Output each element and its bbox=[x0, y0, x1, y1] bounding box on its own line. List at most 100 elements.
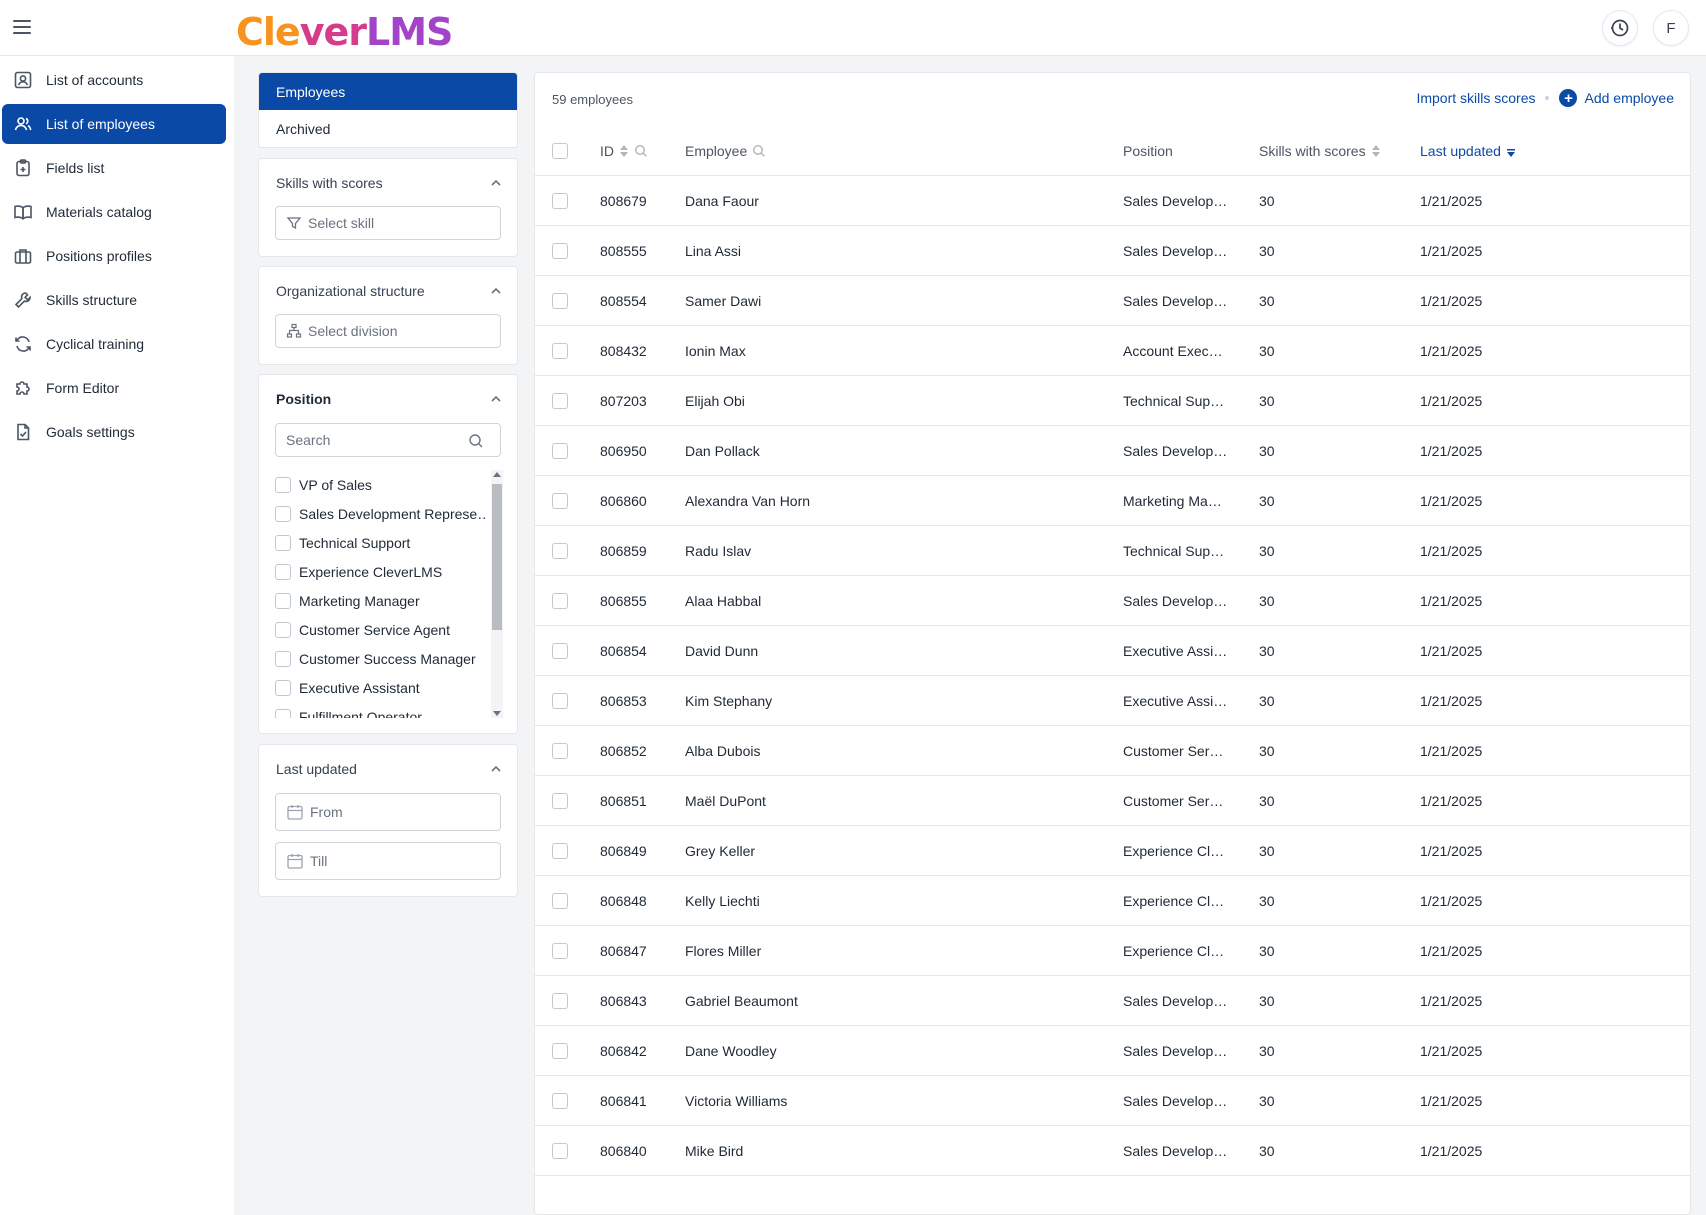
row-checkbox[interactable] bbox=[552, 843, 568, 859]
employee-name[interactable]: Dan Pollack bbox=[685, 426, 760, 476]
sidebar-item-materials[interactable]: Materials catalog bbox=[2, 192, 226, 232]
tab-employees[interactable]: Employees bbox=[259, 73, 517, 110]
plus-circle-icon[interactable]: + bbox=[1559, 89, 1578, 107]
row-checkbox[interactable] bbox=[552, 1093, 568, 1109]
employee-name[interactable]: Kim Stephany bbox=[685, 676, 772, 726]
hamburger-menu-icon[interactable] bbox=[10, 16, 34, 40]
column-header-last-updated[interactable]: Last updated bbox=[1420, 126, 1516, 176]
search-icon[interactable] bbox=[634, 144, 648, 158]
row-checkbox[interactable] bbox=[552, 543, 568, 559]
row-checkbox[interactable] bbox=[552, 793, 568, 809]
position-option[interactable]: Customer Service Agent bbox=[275, 615, 485, 644]
table-row[interactable]: 806860 Alexandra Van Horn Marketing Man… 30… bbox=[535, 476, 1690, 526]
row-checkbox[interactable] bbox=[552, 443, 568, 459]
position-filter-header[interactable]: Position bbox=[276, 391, 503, 407]
sort-descending-icon[interactable] bbox=[1506, 144, 1516, 158]
position-option[interactable]: Customer Success Manager bbox=[275, 644, 485, 673]
scroll-down-arrow-icon[interactable] bbox=[493, 711, 501, 716]
position-option[interactable]: Marketing Manager bbox=[275, 586, 485, 615]
position-option[interactable]: Executive Assistant bbox=[275, 673, 485, 702]
table-row[interactable]: 806840 Mike Bird Sales Develop… 30 1/21/2025 bbox=[535, 1126, 1690, 1176]
position-option[interactable]: Fulfillment Operator bbox=[275, 702, 485, 718]
sidebar-item-form-editor[interactable]: Form Editor bbox=[2, 368, 226, 408]
employee-name[interactable]: Dane Woodley bbox=[685, 1026, 777, 1076]
row-checkbox[interactable] bbox=[552, 393, 568, 409]
sidebar-item-skills[interactable]: Skills structure bbox=[2, 280, 226, 320]
position-list-scrollbar[interactable] bbox=[491, 470, 503, 718]
sidebar-item-accounts[interactable]: List of accounts bbox=[2, 60, 226, 100]
row-checkbox[interactable] bbox=[552, 1043, 568, 1059]
table-row[interactable]: 806950 Dan Pollack Sales Develop… 30 1/21/20… bbox=[535, 426, 1690, 476]
search-icon[interactable] bbox=[752, 144, 766, 158]
sidebar-item-fields[interactable]: Fields list bbox=[2, 148, 226, 188]
sort-icon[interactable] bbox=[619, 144, 629, 158]
sidebar-item-positions[interactable]: Positions profiles bbox=[2, 236, 226, 276]
table-row[interactable]: 808555 Lina Assi Sales Develop… 30 1/21/2025 bbox=[535, 226, 1690, 276]
history-button[interactable] bbox=[1602, 10, 1638, 46]
import-skills-scores-link[interactable]: Import skills scores bbox=[1416, 90, 1535, 106]
skills-filter-header[interactable]: Skills with scores bbox=[276, 175, 503, 191]
employee-name[interactable]: Grey Keller bbox=[685, 826, 755, 876]
add-employee-button[interactable]: Add employee bbox=[1584, 90, 1674, 106]
employee-name[interactable]: Lina Assi bbox=[685, 226, 741, 276]
position-option[interactable]: Sales Development Represe… bbox=[275, 499, 485, 528]
select-skill-field[interactable]: Select skill bbox=[275, 206, 501, 240]
employee-name[interactable]: Alba Dubois bbox=[685, 726, 761, 776]
sidebar-item-employees[interactable]: List of employees bbox=[2, 104, 226, 144]
table-row[interactable]: 806851 Maël DuPont Customer Serv… 30 1/21/20… bbox=[535, 776, 1690, 826]
table-row[interactable]: 808554 Samer Dawi Sales Develop… 30 1/21/202… bbox=[535, 276, 1690, 326]
checkbox[interactable] bbox=[275, 476, 291, 493]
row-checkbox[interactable] bbox=[552, 193, 568, 209]
column-header-employee[interactable]: Employee bbox=[685, 126, 766, 176]
row-checkbox[interactable] bbox=[552, 293, 568, 309]
employee-name[interactable]: Samer Dawi bbox=[685, 276, 761, 326]
table-row[interactable]: 806852 Alba Dubois Customer Serv… 30 1/21/20… bbox=[535, 726, 1690, 776]
scrollbar-thumb[interactable] bbox=[492, 484, 502, 630]
checkbox[interactable] bbox=[275, 679, 291, 696]
select-division-field[interactable]: Select division bbox=[275, 314, 501, 348]
scroll-up-arrow-icon[interactable] bbox=[493, 472, 501, 477]
table-row[interactable]: 806842 Dane Woodley Sales Develop… 30 1/21/2… bbox=[535, 1026, 1690, 1076]
sort-icon[interactable] bbox=[1371, 144, 1381, 158]
table-row[interactable]: 806854 David Dunn Executive Assi… 30 1/21/20… bbox=[535, 626, 1690, 676]
table-row[interactable]: 806843 Gabriel Beaumont Sales Develop… 30 1/… bbox=[535, 976, 1690, 1026]
row-checkbox[interactable] bbox=[552, 1143, 568, 1159]
table-row[interactable]: 806841 Victoria Williams Sales Develop… 30 1… bbox=[535, 1076, 1690, 1126]
column-header-position[interactable]: Position bbox=[1123, 126, 1173, 176]
table-row[interactable]: 806855 Alaa Habbal Sales Develop… 30 1/21/20… bbox=[535, 576, 1690, 626]
employee-name[interactable]: Alaa Habbal bbox=[685, 576, 761, 626]
table-row[interactable]: 807203 Elijah Obi Technical Sup… 30 1/21/202… bbox=[535, 376, 1690, 426]
employee-name[interactable]: Alexandra Van Horn bbox=[685, 476, 810, 526]
column-header-skills[interactable]: Skills with scores bbox=[1259, 126, 1381, 176]
user-avatar[interactable]: F bbox=[1653, 10, 1689, 46]
sidebar-item-cyclical[interactable]: Cyclical training bbox=[2, 324, 226, 364]
row-checkbox[interactable] bbox=[552, 243, 568, 259]
position-option[interactable]: Experience CleverLMS bbox=[275, 557, 485, 586]
date-till-input[interactable]: Till bbox=[275, 842, 501, 880]
row-checkbox[interactable] bbox=[552, 593, 568, 609]
checkbox[interactable] bbox=[275, 505, 291, 522]
employee-name[interactable]: Flores Miller bbox=[685, 926, 761, 976]
checkbox[interactable] bbox=[275, 650, 291, 667]
checkbox[interactable] bbox=[275, 534, 291, 551]
position-option[interactable]: VP of Sales bbox=[275, 470, 485, 499]
employee-name[interactable]: Mike Bird bbox=[685, 1126, 743, 1176]
employee-name[interactable]: David Dunn bbox=[685, 626, 758, 676]
employee-name[interactable]: Kelly Liechti bbox=[685, 876, 760, 926]
row-checkbox[interactable] bbox=[552, 943, 568, 959]
tab-archived[interactable]: Archived bbox=[259, 110, 517, 147]
row-checkbox[interactable] bbox=[552, 993, 568, 1009]
row-checkbox[interactable] bbox=[552, 893, 568, 909]
select-all-checkbox[interactable] bbox=[552, 143, 568, 159]
table-row[interactable]: 808432 Ionin Max Account Execu… 30 1/21/2025 bbox=[535, 326, 1690, 376]
table-row[interactable]: 808679 Dana Faour Sales Develop… 30 1/21/202… bbox=[535, 176, 1690, 226]
last-updated-filter-header[interactable]: Last updated bbox=[276, 761, 503, 777]
employee-name[interactable]: Radu Islav bbox=[685, 526, 751, 576]
checkbox[interactable] bbox=[275, 592, 291, 609]
row-checkbox[interactable] bbox=[552, 493, 568, 509]
row-checkbox[interactable] bbox=[552, 743, 568, 759]
date-from-input[interactable]: From bbox=[275, 793, 501, 831]
row-checkbox[interactable] bbox=[552, 693, 568, 709]
table-row[interactable]: 806859 Radu Islav Technical Sup… 30 1/21/202… bbox=[535, 526, 1690, 576]
checkbox[interactable] bbox=[275, 708, 291, 718]
